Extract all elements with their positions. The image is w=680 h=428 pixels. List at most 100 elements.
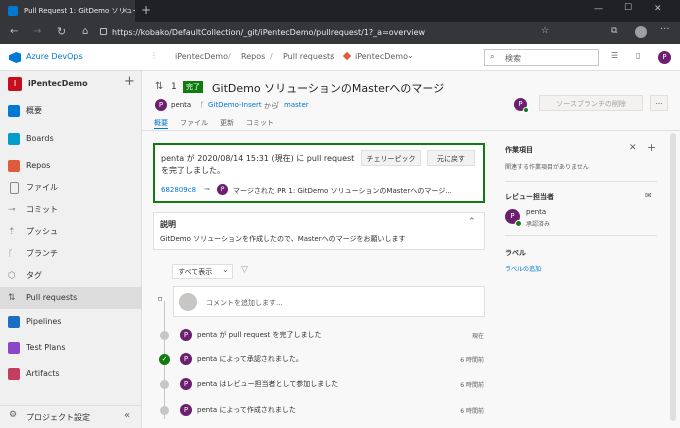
browser-tab[interactable]: Pull Request 1: GitDemo ソリュー... ✕ bbox=[0, 0, 135, 22]
breadcrumb-separator: / bbox=[228, 52, 231, 61]
sidebar-item-label: ブランチ bbox=[26, 249, 58, 258]
approved-check-icon bbox=[523, 107, 529, 113]
boards-icon bbox=[8, 133, 20, 145]
sidebar-item-label: Pull requests bbox=[26, 293, 78, 302]
sidebar-item-label: Repos bbox=[26, 161, 51, 170]
sidebar-item-label: Test Plans bbox=[26, 343, 66, 352]
reviewer-name[interactable]: penta bbox=[526, 208, 546, 216]
target-branch-link[interactable]: master bbox=[284, 101, 309, 109]
tab-overview[interactable]: 概要 bbox=[154, 118, 168, 129]
search-input[interactable]: 検索 bbox=[505, 53, 521, 64]
minimize-button[interactable]: — bbox=[594, 4, 603, 14]
tab-commits[interactable]: コミット bbox=[246, 118, 274, 128]
comment-icon: ⌑ bbox=[158, 295, 163, 304]
breadcrumb-repos[interactable]: Repos bbox=[241, 52, 265, 61]
sidebar-item-pull-requests[interactable]: ⇅ Pull requests bbox=[0, 287, 142, 309]
branch-icon: ᚴ bbox=[276, 101, 281, 109]
sidebar-item-label: Artifacts bbox=[26, 369, 60, 378]
user-avatar[interactable]: P bbox=[658, 51, 671, 64]
home-icon[interactable]: ⌂ bbox=[82, 26, 88, 37]
list-icon[interactable]: ☰ bbox=[611, 51, 618, 60]
close-window-button[interactable]: ✕ bbox=[654, 4, 662, 14]
mail-icon[interactable]: ✉ bbox=[645, 191, 652, 200]
add-label-link[interactable]: ラベルの追加 bbox=[505, 264, 541, 273]
divider bbox=[505, 181, 657, 182]
event-time: 6 時間前 bbox=[460, 382, 484, 389]
shopping-bag-icon[interactable]: ▯ bbox=[636, 51, 640, 60]
test-plans-icon bbox=[8, 342, 20, 354]
chevron-up-icon[interactable]: ⌃ bbox=[468, 217, 476, 227]
collapse-sidebar-icon[interactable]: « bbox=[124, 410, 130, 421]
sidebar-item-files[interactable]: ファイル bbox=[0, 177, 142, 199]
event-avatar: P bbox=[180, 353, 192, 365]
favorite-star-icon[interactable]: ☆ bbox=[541, 26, 549, 36]
sidebar-item-pipelines[interactable]: Pipelines bbox=[0, 311, 142, 333]
maximize-button[interactable]: ☐ bbox=[624, 3, 632, 13]
url-field[interactable]: https://kobako/DefaultCollection/_git/iP… bbox=[112, 26, 510, 40]
back-icon[interactable]: ← bbox=[10, 26, 18, 37]
merge-message: マージされた PR 1: GitDemo ソリューションのMasterへのマージ… bbox=[233, 187, 452, 195]
search-box[interactable]: ⌕ 検索 bbox=[484, 49, 599, 66]
commit-id-link[interactable]: 682809c8 bbox=[161, 186, 196, 194]
more-breadcrumb-icon[interactable]: ⋮ bbox=[150, 51, 158, 60]
profile-icon[interactable] bbox=[635, 26, 647, 38]
breadcrumb-project[interactable]: iPentecDemo bbox=[175, 52, 228, 61]
revert-button[interactable]: 元に戻す bbox=[427, 150, 475, 166]
event-time: 6 時間前 bbox=[460, 357, 484, 364]
project-header[interactable]: I iPentecDemo + bbox=[0, 71, 142, 97]
cherry-pick-button[interactable]: チェリーピック bbox=[361, 150, 421, 166]
tab-files[interactable]: ファイル bbox=[180, 118, 208, 128]
project-avatar: I bbox=[8, 77, 22, 91]
overview-icon bbox=[8, 105, 20, 117]
tab-updates[interactable]: 更新 bbox=[220, 118, 234, 128]
breadcrumb-pull-requests[interactable]: Pull requests bbox=[283, 52, 334, 61]
sidebar-item-test-plans[interactable]: Test Plans bbox=[0, 337, 142, 359]
sidebar-item-pushes[interactable]: ⇡ プッシュ bbox=[0, 221, 142, 243]
sidebar-item-boards[interactable]: Boards bbox=[0, 128, 142, 150]
breadcrumb-repo[interactable]: iPentecDemo bbox=[355, 52, 408, 61]
close-icon[interactable]: ✕ bbox=[629, 143, 637, 153]
activity-filter[interactable]: すべて表示 ⌄ bbox=[172, 264, 233, 279]
sidebar-item-label: 概要 bbox=[26, 106, 42, 115]
main-content: ⇅ 1 完了 GitDemo ソリューションのMasterへのマージ P pen… bbox=[142, 71, 680, 428]
sidebar-item-label: コミット bbox=[26, 205, 58, 214]
sidebar-item-tags[interactable]: ⬡ タグ bbox=[0, 265, 142, 287]
sidebar-item-branches[interactable]: ᚴ ブランチ bbox=[0, 243, 142, 265]
scrollbar[interactable] bbox=[670, 133, 676, 421]
event-text: penta が pull request を完了しました bbox=[197, 331, 322, 339]
add-work-item-icon[interactable]: + bbox=[647, 141, 656, 154]
comment-box[interactable]: コメントを追加します... bbox=[173, 286, 485, 317]
filter-icon[interactable]: ▽ bbox=[241, 265, 248, 275]
chevron-down-icon[interactable]: ⌄ bbox=[407, 51, 414, 60]
breadcrumb-separator: / bbox=[270, 52, 273, 61]
pull-request-icon: ⇅ bbox=[8, 293, 16, 303]
project-settings-label: プロジェクト設定 bbox=[26, 413, 90, 422]
comment-input[interactable]: コメントを追加します... bbox=[206, 298, 283, 308]
menu-icon[interactable]: ··· bbox=[660, 24, 670, 35]
project-settings[interactable]: ⚙ プロジェクト設定 « bbox=[0, 405, 142, 427]
more-actions-button[interactable]: ··· bbox=[650, 95, 668, 111]
sidebar-item-overview[interactable]: 概要 bbox=[0, 100, 142, 122]
sidebar-item-repos[interactable]: Repos bbox=[0, 155, 142, 177]
sidebar-item-artifacts[interactable]: Artifacts bbox=[0, 363, 142, 385]
tab-close-icon[interactable]: ✕ bbox=[122, 0, 128, 22]
new-tab-button[interactable]: + bbox=[141, 3, 151, 17]
push-icon: ⇡ bbox=[8, 227, 16, 237]
gear-icon: ⚙ bbox=[9, 410, 18, 420]
sidebar-item-commits[interactable]: ⊸ コミット bbox=[0, 199, 142, 221]
reload-icon[interactable]: ↻ bbox=[57, 25, 66, 38]
collections-icon[interactable]: ⧉ bbox=[611, 26, 617, 36]
devops-header: Azure DevOps ⋮ iPentecDemo / Repos / Pul… bbox=[0, 44, 680, 71]
timeline-dot bbox=[160, 331, 169, 340]
event-text: penta によって作成されました bbox=[197, 406, 296, 414]
delete-source-branch-button[interactable]: ソースブランチの削除 bbox=[539, 95, 643, 111]
app-logo-text[interactable]: Azure DevOps bbox=[26, 52, 83, 61]
forward-icon[interactable]: → bbox=[33, 26, 41, 37]
pipelines-icon bbox=[8, 316, 20, 328]
reviewer-status: 承認済み bbox=[526, 221, 551, 228]
author-name[interactable]: penta bbox=[171, 101, 191, 109]
divider bbox=[142, 130, 680, 131]
source-branch-link[interactable]: GitDemo-Insert bbox=[208, 101, 262, 109]
timeline-dot bbox=[160, 406, 169, 415]
add-icon[interactable]: + bbox=[124, 74, 135, 89]
